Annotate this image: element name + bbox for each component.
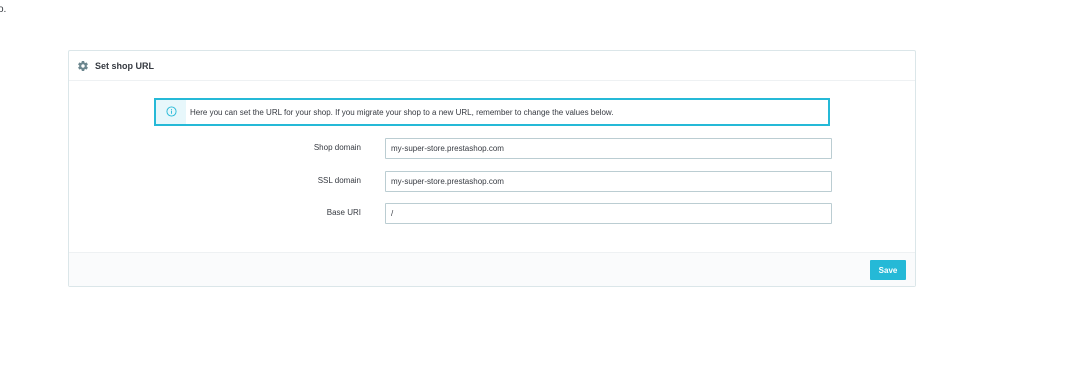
info-alert: Here you can set the URL for your shop. … xyxy=(154,98,830,126)
shop-domain-row: Shop domain xyxy=(69,138,915,160)
set-shop-url-panel: Set shop URL Here you can set the URL fo… xyxy=(68,50,916,287)
panel-footer: Save xyxy=(69,252,915,286)
info-icon xyxy=(165,105,177,119)
stray-text: o. xyxy=(0,4,7,15)
base-uri-row: Base URI xyxy=(69,203,915,225)
panel-body: Here you can set the URL for your shop. … xyxy=(69,81,915,254)
base-uri-input[interactable] xyxy=(385,203,832,224)
save-button[interactable]: Save xyxy=(870,260,906,280)
panel-heading: Set shop URL xyxy=(69,51,915,81)
shop-domain-label: Shop domain xyxy=(313,143,361,152)
alert-text: Here you can set the URL for your shop. … xyxy=(190,107,614,117)
ssl-domain-input[interactable] xyxy=(385,171,832,192)
ssl-domain-label: SSL domain xyxy=(317,176,361,185)
ssl-domain-row: SSL domain xyxy=(69,171,915,193)
panel-title: Set shop URL xyxy=(95,60,155,71)
alert-icon-box xyxy=(156,100,186,124)
base-uri-label: Base URI xyxy=(326,208,361,217)
gear-icon xyxy=(77,60,89,72)
shop-domain-input[interactable] xyxy=(385,138,832,159)
